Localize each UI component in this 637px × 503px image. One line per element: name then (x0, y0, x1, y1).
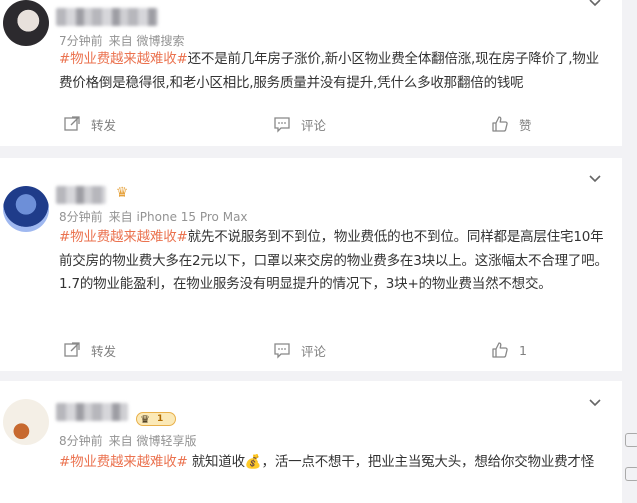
username-blurred[interactable] (56, 403, 128, 421)
post-meta: 8分钟前 来自 微博轻享版 (59, 432, 196, 449)
repost-label: 转发 (91, 117, 117, 133)
hashtag-link[interactable]: #物业费越来越难收# (59, 51, 188, 67)
like-icon (492, 116, 508, 132)
avatar[interactable] (3, 399, 49, 445)
comment-text: #物业费越来越难收#还不是前几年房子涨价,新小区物业费全体翻倍涨,现在房子降价了… (59, 48, 609, 95)
vip-level: 1 (157, 414, 164, 424)
hashtag-link[interactable]: #物业费越来越难收# (59, 454, 188, 470)
repost-icon (64, 116, 80, 131)
comment-body-part2: ，活一点不想干，把业主当冤大头，想给你交物业费才怪 (261, 454, 595, 470)
action-bar: 转发 评论 1 (59, 340, 559, 360)
post-source: 来自 微博轻享版 (108, 434, 197, 448)
repost-icon (64, 342, 80, 357)
post-meta: 8分钟前 来自 iPhone 15 Pro Max (59, 208, 248, 225)
side-share-icon[interactable] (625, 467, 637, 481)
post-source: 来自 微博搜索 (108, 34, 185, 48)
like-count: 1 (519, 342, 527, 358)
comment-card: ♛ 8分钟前 来自 iPhone 15 Pro Max #物业费越来越难收#就先不… (0, 158, 622, 371)
like-button[interactable]: 1 (491, 341, 527, 359)
money-bag-emoji: 💰 (244, 454, 262, 470)
comment-label: 评论 (301, 117, 327, 133)
avatar[interactable] (3, 186, 49, 232)
repost-button[interactable]: 转发 (63, 115, 116, 134)
avatar[interactable] (3, 0, 49, 46)
comment-card: 7分钟前 来自 微博搜索 #物业费越来越难收#还不是前几年房子涨价,新小区物业费全… (0, 0, 622, 146)
vip-badge[interactable]: ♛ 1 (136, 412, 176, 426)
comment-label: 评论 (301, 343, 327, 359)
like-icon (492, 342, 508, 358)
comment-button[interactable]: 评论 (273, 341, 326, 360)
comment-feed: 7分钟前 来自 微博搜索 #物业费越来越难收#还不是前几年房子涨价,新小区物业费全… (0, 0, 637, 503)
action-bar: 转发 评论 赞 (59, 114, 559, 134)
chevron-down-icon[interactable] (588, 172, 602, 186)
post-time: 7分钟前 (59, 34, 103, 48)
chevron-down-icon[interactable] (588, 396, 602, 410)
repost-label: 转发 (91, 343, 117, 359)
comment-button[interactable]: 评论 (273, 115, 326, 134)
hashtag-link[interactable]: #物业费越来越难收# (59, 229, 188, 245)
comment-icon (274, 117, 290, 133)
comment-body-part1: 就知道收 (187, 454, 245, 470)
username-blurred[interactable] (56, 8, 158, 26)
comment-text: #物业费越来越难收# 就知道收💰，活一点不想干，把业主当冤大头，想给你交物业费才… (59, 451, 609, 475)
post-time: 8分钟前 (59, 434, 103, 448)
side-comment-icon[interactable] (625, 433, 637, 447)
chevron-down-icon[interactable] (588, 0, 602, 10)
post-meta: 7分钟前 来自 微博搜索 (59, 32, 184, 49)
comment-card: ♛ 1 8分钟前 来自 微博轻享版 #物业费越来越难收# 就知道收💰，活一点不想干… (0, 381, 622, 503)
username-blurred[interactable] (56, 186, 106, 204)
post-source: 来自 iPhone 15 Pro Max (108, 210, 248, 224)
like-button[interactable]: 赞 (491, 115, 532, 134)
crown-icon: ♛ (140, 412, 150, 426)
repost-button[interactable]: 转发 (63, 341, 116, 360)
post-time: 8分钟前 (59, 210, 103, 224)
comment-text: #物业费越来越难收#就先不说服务到不到位，物业费低的也不到位。同样都是高层住宅1… (59, 226, 609, 297)
comment-icon (274, 343, 290, 359)
like-label: 赞 (519, 117, 532, 133)
crown-icon: ♛ (115, 185, 129, 201)
